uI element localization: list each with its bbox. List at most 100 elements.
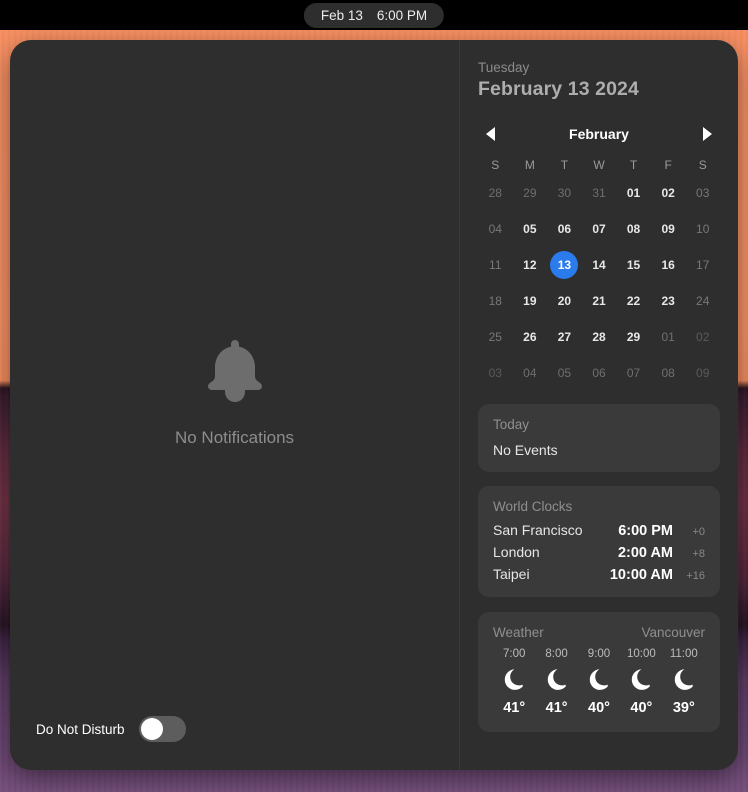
calendar-day-cell[interactable]: 24 (685, 286, 720, 316)
calendar-nav: February (478, 123, 720, 145)
calendar-weekday-header: F (664, 158, 672, 172)
calendar-day-cell[interactable]: 02 (651, 178, 686, 208)
world-clock-time: 2:00 AM (617, 545, 673, 561)
world-clock-offset: +16 (686, 570, 705, 582)
calendar-day-cell[interactable]: 02 (685, 322, 720, 352)
forecast-column: 9:00 40° (578, 648, 620, 716)
moon-icon (501, 667, 527, 693)
calendar-day-cell[interactable]: 30 (547, 178, 582, 208)
calendar-day-cell[interactable]: 04 (478, 214, 513, 244)
notification-center-panel: No Notifications Do Not Disturb Tuesday … (10, 40, 738, 770)
forecast-column: 7:00 41° (493, 648, 535, 716)
moon-icon (586, 667, 612, 693)
events-card-title: Today (493, 417, 530, 432)
calendar-week-row: 03 04 05 06 07 08 09 (478, 358, 720, 388)
forecast-time: 11:00 (669, 648, 698, 660)
calendar-day-cell[interactable]: 03 (685, 178, 720, 208)
world-clock-offset: +8 (692, 548, 705, 560)
calendar-weekday-header: W (593, 158, 605, 172)
calendar-day-cell[interactable]: 29 (616, 322, 651, 352)
calendar-day-cell[interactable]: 08 (651, 358, 686, 388)
calendar-day-cell[interactable]: 05 (513, 214, 548, 244)
calendar-day-cell[interactable]: 05 (547, 358, 582, 388)
calendar-next-button[interactable] (700, 126, 716, 142)
calendar-day-cell[interactable]: 29 (513, 178, 548, 208)
chevron-left-icon (485, 127, 495, 141)
calendar-day-cell[interactable]: 10 (685, 214, 720, 244)
events-card: Today No Events (478, 404, 720, 472)
full-date-title: February 13 2024 (478, 78, 639, 100)
chevron-right-icon (703, 127, 713, 141)
menu-bar: Feb 13 6:00 PM (0, 0, 748, 30)
calendar-day-cell[interactable]: 31 (582, 178, 617, 208)
calendar-day-cell[interactable]: 08 (616, 214, 651, 244)
notifications-empty-state: No Notifications (10, 40, 459, 770)
do-not-disturb-toggle[interactable] (138, 716, 186, 742)
calendar-day-cell[interactable]: 18 (478, 286, 513, 316)
events-card-body: No Events (493, 442, 558, 458)
calendar-day-cell[interactable]: 28 (478, 178, 513, 208)
forecast-temperature: 39° (672, 700, 695, 716)
forecast-time: 9:00 (587, 648, 611, 660)
calendar-day-cell[interactable]: 22 (616, 286, 651, 316)
calendar-day-cell[interactable]: 23 (651, 286, 686, 316)
calendar-day-cell[interactable]: 01 (651, 322, 686, 352)
calendar-week-row: 28 29 30 31 01 02 03 (478, 178, 720, 208)
do-not-disturb-row: Do Not Disturb (36, 716, 186, 742)
calendar-day-cell[interactable]: 03 (478, 358, 513, 388)
calendar-day-cell[interactable]: 19 (513, 286, 548, 316)
calendar-weekday-headers: SMTWTFS (478, 158, 720, 172)
calendar-day-cell[interactable]: 25 (478, 322, 513, 352)
calendar-day-cell[interactable]: 28 (582, 322, 617, 352)
calendar-day-cell[interactable]: 04 (513, 358, 548, 388)
calendar-day-cell[interactable]: 01 (616, 178, 651, 208)
forecast-time: 7:00 (503, 648, 526, 660)
calendar-week-row: 25 26 27 28 29 01 02 (478, 322, 720, 352)
day-of-week-label: Tuesday (478, 60, 530, 75)
bell-icon (204, 338, 266, 404)
calendar-day-cell[interactable]: 06 (582, 358, 617, 388)
world-clocks-list: San Francisco 6:00 PM +0 London 2:00 AM +8 Tai… (493, 522, 705, 583)
calendar-prev-button[interactable] (482, 126, 498, 142)
calendar-day-cell[interactable]: 26 (513, 322, 548, 352)
do-not-disturb-knob (140, 718, 163, 740)
calendar-day-cell[interactable]: 09 (651, 214, 686, 244)
forecast-temperature: 41° (503, 700, 526, 716)
weather-city-label: Vancouver (641, 625, 705, 640)
calendar-selected-day: 13 (550, 251, 579, 279)
calendar-day-cell[interactable]: 13 (547, 250, 582, 280)
calendar-weekday-header: T (629, 158, 638, 172)
calendar-day-cell[interactable]: 07 (616, 358, 651, 388)
calendar-day-cell[interactable]: 21 (582, 286, 617, 316)
forecast-temperature: 40° (588, 700, 610, 716)
forecast-time: 10:00 (627, 648, 656, 660)
world-clock-city: London (493, 544, 540, 560)
calendar-day-cell[interactable]: 14 (582, 250, 617, 280)
notifications-pane: No Notifications Do Not Disturb (10, 40, 460, 770)
calendar-day-cell[interactable]: 16 (651, 250, 686, 280)
calendar-day-cell[interactable]: 20 (547, 286, 582, 316)
weather-forecast-row: 7:00 41° 8:00 41° 9:00 40° 10:00 40° 11:00 39° (493, 648, 705, 716)
forecast-time: 8:00 (545, 648, 568, 660)
weather-title: Weather (493, 625, 544, 640)
calendar-day-cell[interactable]: 11 (478, 250, 513, 280)
forecast-column: 10:00 40° (620, 648, 662, 716)
world-clock-city: Taipei (493, 566, 530, 582)
calendar-day-cell[interactable]: 15 (616, 250, 651, 280)
calendar-weekday-header: S (698, 158, 707, 172)
calendar-day-cell[interactable]: 09 (685, 358, 720, 388)
calendar-day-cell[interactable]: 06 (547, 214, 582, 244)
calendar-day-cell[interactable]: 17 (685, 250, 720, 280)
menubar-clock-pill[interactable]: Feb 13 6:00 PM (303, 3, 445, 28)
forecast-temperature: 41° (545, 700, 568, 716)
calendar-week-row: 11 12 13 14 15 16 17 (478, 250, 720, 280)
world-clocks-card: World Clocks San Francisco 6:00 PM +0 Londo… (478, 486, 720, 597)
bell-clapper-icon (224, 390, 245, 402)
moon-icon (628, 667, 654, 693)
calendar-day-cell[interactable]: 27 (547, 322, 582, 352)
menubar-date: Feb 13 (320, 8, 363, 23)
no-notifications-label: No Notifications (174, 428, 295, 447)
world-clock-offset: +0 (692, 526, 705, 538)
calendar-day-cell[interactable]: 12 (513, 250, 548, 280)
calendar-day-cell[interactable]: 07 (582, 214, 617, 244)
